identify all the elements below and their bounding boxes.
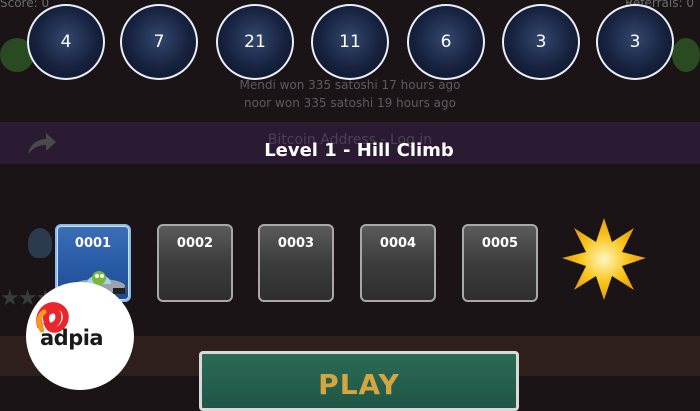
background-character-icon [28,228,52,258]
level-number-circle[interactable]: 3 [596,4,674,80]
play-button[interactable]: PLAY [199,351,519,411]
level-number-row: 4 7 21 11 6 3 3 [0,0,700,90]
car-slot-label: 0002 [176,236,214,251]
play-button-label: PLAY [318,368,400,401]
star-burst-icon [562,218,646,300]
level-title: Level 1 - Hill Climb [264,140,454,161]
level-number-circle[interactable]: 4 [27,4,105,80]
level-number-circle[interactable]: 3 [502,4,580,80]
car-slot[interactable]: 0003 [258,224,334,302]
car-slot-label: 0004 [379,236,417,251]
level-number-circle[interactable]: 11 [311,4,389,80]
level-number-circle[interactable]: 6 [407,4,485,80]
adpia-logo-text: adpia [40,326,104,350]
level-number-circle[interactable]: 21 [216,4,294,80]
car-slot-label: 0003 [277,236,315,251]
car-slot[interactable]: 0005 [462,224,538,302]
car-slot-label: 0001 [74,236,112,251]
background-win-line-2: noor won 335 satoshi 19 hours ago [244,96,456,110]
level-number-circle[interactable]: 7 [120,4,198,80]
car-slot[interactable]: 0004 [360,224,436,302]
car-slot[interactable]: 0002 [157,224,233,302]
car-slot-label: 0005 [481,236,519,251]
